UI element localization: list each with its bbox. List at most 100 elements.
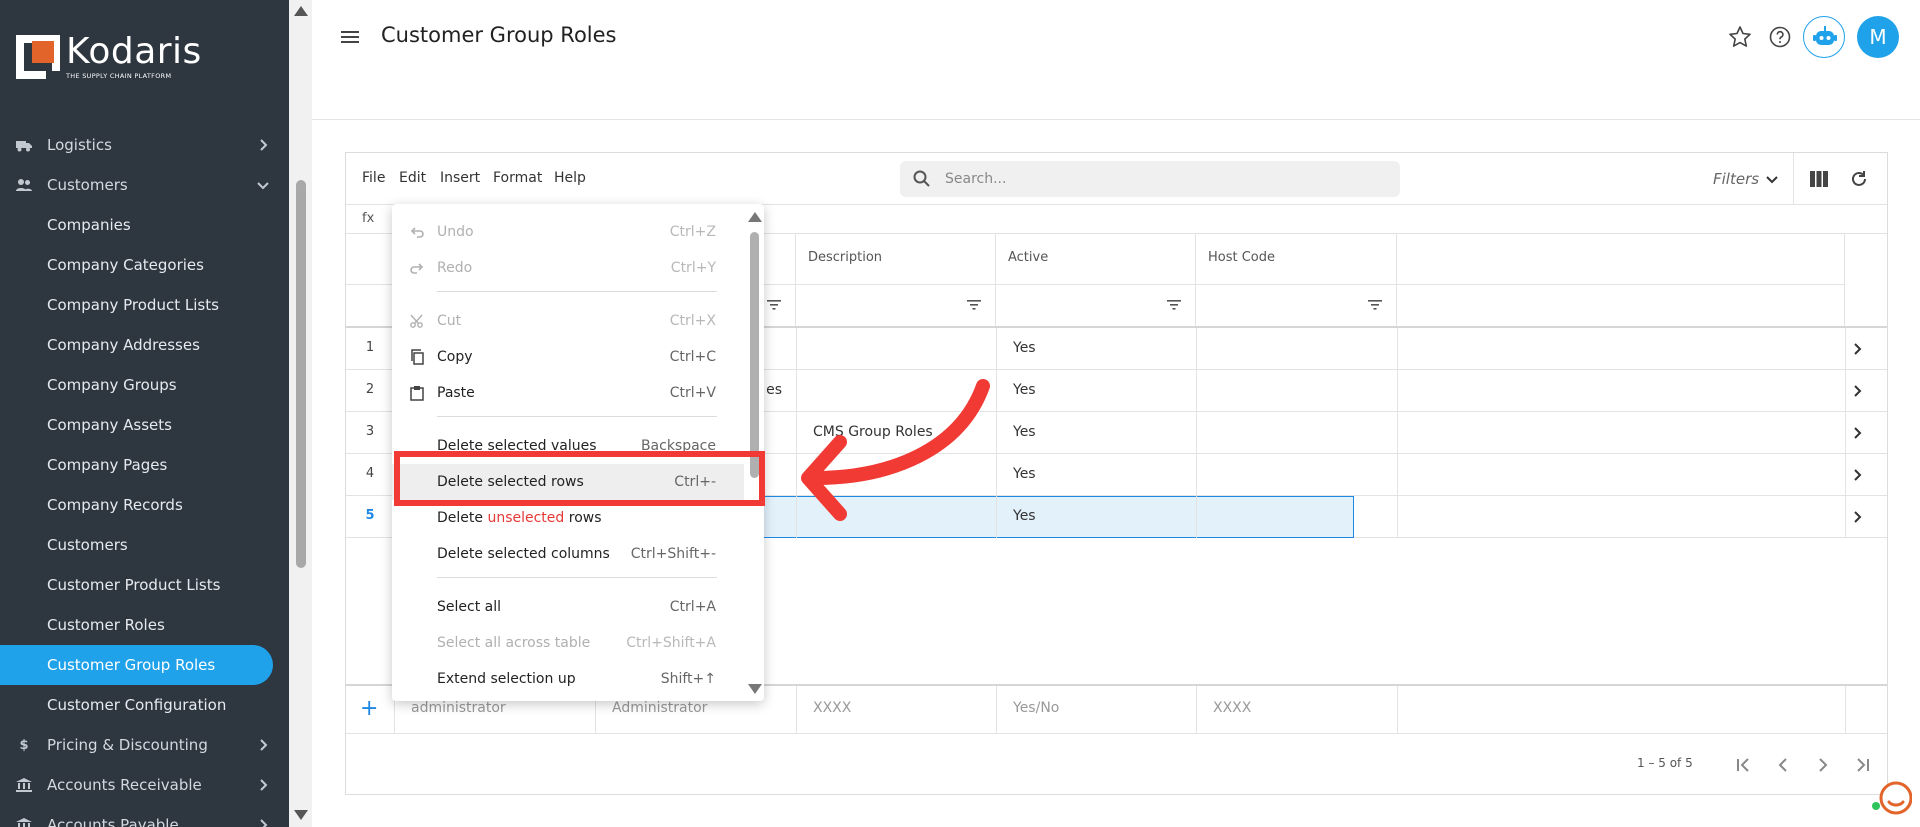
menu-insert[interactable]: Insert <box>440 170 480 186</box>
star-icon[interactable] <box>1727 24 1753 50</box>
sidebar-scrollbar[interactable] <box>289 0 312 827</box>
menu-item-shortcut: Ctrl+V <box>669 385 716 401</box>
cell-active[interactable]: Yes <box>996 328 1196 370</box>
placeholder-text: Yes/No <box>1013 700 1060 716</box>
kodaris-logo-mark <box>16 35 60 79</box>
first-page-icon[interactable] <box>1732 754 1754 776</box>
menu-item-delete-selected-columns[interactable]: Delete selected columns Ctrl+Shift+- <box>392 536 744 572</box>
sidebar-item-logistics[interactable]: Logistics <box>0 125 289 165</box>
cell-host-code[interactable] <box>1196 412 1397 454</box>
column-header-host-code[interactable]: Host Code <box>1196 234 1397 284</box>
sidebar-item-customer-product-lists[interactable]: Customer Product Lists <box>0 565 289 605</box>
cell-active[interactable]: Yes <box>996 370 1196 412</box>
menu-item-undo[interactable]: Undo Ctrl+Z <box>392 214 744 250</box>
sidebar-item-label: Company Records <box>47 496 183 514</box>
next-page-icon[interactable] <box>1812 754 1834 776</box>
chevron-right-icon[interactable] <box>1849 467 1865 483</box>
prev-page-icon[interactable] <box>1772 754 1794 776</box>
chevron-right-icon[interactable] <box>1849 383 1865 399</box>
menu-item-select-all-across-table[interactable]: Select all across table Ctrl+Shift+A <box>392 625 744 661</box>
menu-scroll-down-icon[interactable] <box>748 684 762 694</box>
sidebar-item-company-product-lists[interactable]: Company Product Lists <box>0 285 289 325</box>
sidebar-item-company-groups[interactable]: Company Groups <box>0 365 289 405</box>
cell-host-code[interactable] <box>1196 370 1397 412</box>
sidebar-item-customers[interactable]: Customers <box>0 165 289 205</box>
cell-host-code[interactable] <box>1196 496 1397 538</box>
cell-active[interactable]: Yes <box>996 454 1196 496</box>
cell-description[interactable] <box>796 370 996 412</box>
add-row-plus-icon[interactable]: + <box>360 696 378 721</box>
scrollbar-thumb[interactable] <box>296 180 306 568</box>
cell-active[interactable]: Yes <box>996 412 1196 454</box>
filter-icon[interactable] <box>1368 299 1382 311</box>
cell-description[interactable] <box>796 454 996 496</box>
filter-icon[interactable] <box>1167 299 1181 311</box>
search-input[interactable]: Search... <box>900 161 1400 197</box>
cell-text: Yes <box>1013 466 1036 482</box>
paste-icon <box>410 386 424 401</box>
sidebar-item-pricing-discounting[interactable]: $ Pricing & Discounting <box>0 725 289 765</box>
sidebar-item-company-categories[interactable]: Company Categories <box>0 245 289 285</box>
menu-item-cut[interactable]: Cut Ctrl+X <box>392 303 744 339</box>
sidebar-item-label: Company Product Lists <box>47 296 219 314</box>
filter-cell-active[interactable] <box>996 284 1196 326</box>
sidebar-item-company-pages[interactable]: Company Pages <box>0 445 289 485</box>
filter-icon[interactable] <box>767 299 781 311</box>
sidebar-item-customer-roles[interactable]: Customer Roles <box>0 605 289 645</box>
assistant-bot-button[interactable] <box>1803 16 1845 58</box>
new-cell-active[interactable]: Yes/No <box>996 686 1196 734</box>
filters-button[interactable]: Filters <box>1713 170 1759 188</box>
menu-item-select-all[interactable]: Select all Ctrl+A <box>392 589 744 625</box>
chevron-right-icon[interactable] <box>1849 341 1865 357</box>
chevron-right-icon[interactable] <box>1849 509 1865 525</box>
cell-description[interactable] <box>796 328 996 370</box>
refresh-icon[interactable] <box>1849 169 1869 189</box>
cell-host-code[interactable] <box>1196 328 1397 370</box>
menu-file[interactable]: File <box>362 170 385 186</box>
cell-description[interactable] <box>796 496 996 538</box>
column-header-active[interactable]: Active <box>996 234 1196 284</box>
filter-icon[interactable] <box>967 299 981 311</box>
sidebar-item-accounts-payable[interactable]: Accounts Payable <box>0 805 289 827</box>
sidebar: Kodaris THE SUPPLY CHAIN PLATFORM Logist… <box>0 0 289 827</box>
sidebar-item-company-assets[interactable]: Company Assets <box>0 405 289 445</box>
chevron-down-icon[interactable] <box>1764 171 1780 187</box>
scroll-down-arrow-icon[interactable] <box>294 810 308 820</box>
menu-help[interactable]: Help <box>554 170 586 186</box>
sidebar-item-customers-list[interactable]: Customers <box>0 525 289 565</box>
cell-description[interactable]: CMS Group Roles <box>796 412 996 454</box>
menu-item-extend-selection-up[interactable]: Extend selection up Shift+↑ <box>392 661 744 697</box>
chevron-right-icon <box>260 779 268 791</box>
sidebar-item-customer-group-roles[interactable]: Customer Group Roles <box>0 645 273 685</box>
filter-cell-host-code[interactable] <box>1196 284 1397 326</box>
sidebar-item-company-records[interactable]: Company Records <box>0 485 289 525</box>
cell-active[interactable]: Yes <box>996 496 1196 538</box>
menu-item-paste[interactable]: Paste Ctrl+V <box>392 375 744 411</box>
menu-format[interactable]: Format <box>493 170 542 186</box>
sidebar-item-customer-configuration[interactable]: Customer Configuration <box>0 685 289 725</box>
menu-edit[interactable]: Edit <box>399 170 426 186</box>
menu-scroll-up-icon[interactable] <box>748 212 762 222</box>
filter-cell-description[interactable] <box>796 284 996 326</box>
columns-icon[interactable] <box>1809 170 1829 188</box>
chevron-right-icon[interactable] <box>1849 425 1865 441</box>
menu-scroll-thumb[interactable] <box>750 232 759 478</box>
column-header-description[interactable]: Description <box>796 234 996 284</box>
menu-item-copy[interactable]: Copy Ctrl+C <box>392 339 744 375</box>
sidebar-item-company-addresses[interactable]: Company Addresses <box>0 325 289 365</box>
menu-item-redo[interactable]: Redo Ctrl+Y <box>392 250 744 286</box>
last-page-icon[interactable] <box>1852 754 1874 776</box>
menu-item-shortcut: Shift+↑ <box>660 671 716 687</box>
new-cell-host-code[interactable]: XXXX <box>1196 686 1397 734</box>
sidebar-item-accounts-receivable[interactable]: Accounts Receivable <box>0 765 289 805</box>
row-number: 3 <box>365 424 375 439</box>
scroll-up-arrow-icon[interactable] <box>294 6 308 16</box>
cell-host-code[interactable] <box>1196 454 1397 496</box>
sidebar-item-companies[interactable]: Companies <box>0 205 289 245</box>
help-icon[interactable] <box>1767 24 1793 50</box>
chat-support-button[interactable] <box>1872 778 1913 818</box>
hamburger-menu-icon[interactable] <box>339 26 361 48</box>
menu-item-label: Cut <box>437 313 462 329</box>
user-avatar[interactable]: M <box>1857 16 1899 58</box>
new-cell-description[interactable]: XXXX <box>796 686 996 734</box>
